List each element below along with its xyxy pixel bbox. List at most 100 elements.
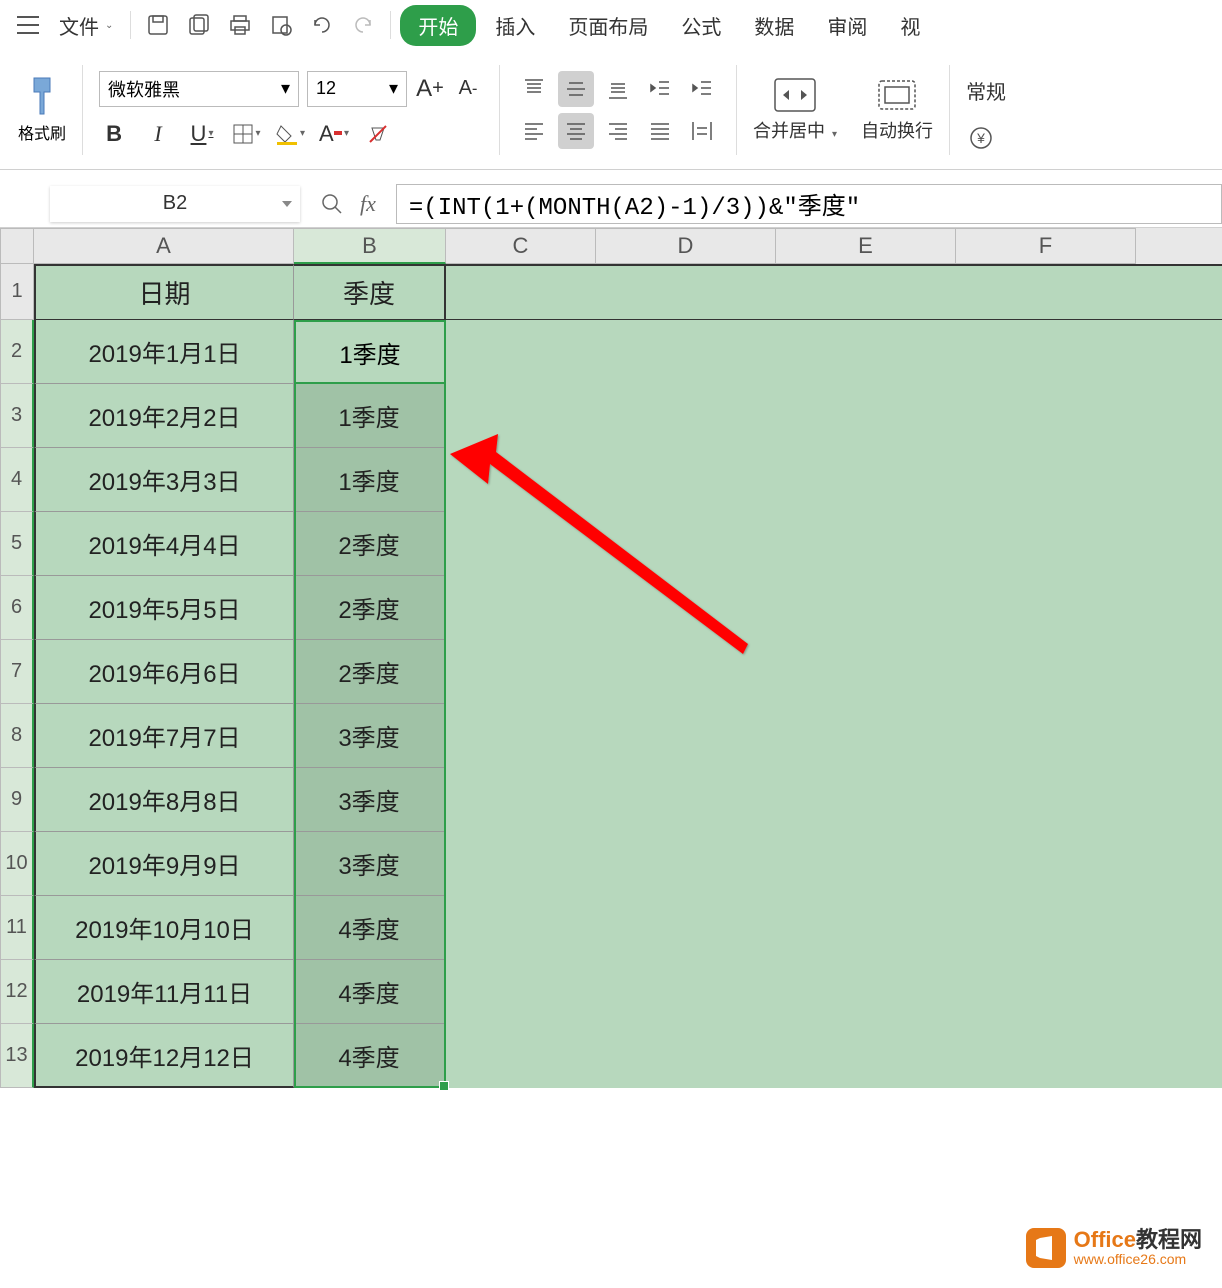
align-center-icon[interactable] — [558, 113, 594, 149]
cell-B11[interactable]: 4季度 — [294, 896, 446, 960]
cell-A10[interactable]: 2019年9月9日 — [34, 832, 294, 896]
cell-B13[interactable]: 4季度 — [294, 1024, 446, 1088]
cell-empty[interactable] — [446, 384, 1222, 448]
tab-start[interactable]: 开始 — [400, 5, 476, 46]
select-all-corner[interactable] — [0, 228, 34, 264]
cell-A6[interactable]: 2019年5月5日 — [34, 576, 294, 640]
tab-formulas[interactable]: 公式 — [667, 5, 735, 46]
cell-B10[interactable]: 3季度 — [294, 832, 446, 896]
row-header-4[interactable]: 4 — [0, 448, 34, 512]
print-preview-icon[interactable] — [263, 7, 299, 43]
row-header-7[interactable]: 7 — [0, 640, 34, 704]
cell-A13[interactable]: 2019年12月12日 — [34, 1024, 294, 1088]
col-header-B[interactable]: B — [294, 228, 446, 264]
fill-color-button[interactable]: ▾ — [275, 119, 305, 149]
increase-font-icon[interactable]: A+ — [415, 74, 445, 104]
file-menu[interactable]: 文件 ⌄ — [51, 7, 121, 44]
formula-input[interactable]: =(INT(1+(MONTH(A2)-1)/3))&"季度" — [396, 184, 1222, 224]
row-header-13[interactable]: 13 — [0, 1024, 34, 1088]
cell-A2[interactable]: 2019年1月1日 — [34, 320, 294, 384]
cell-empty[interactable] — [446, 1024, 1222, 1088]
justify-icon[interactable] — [642, 113, 678, 149]
tab-page-layout[interactable]: 页面布局 — [554, 5, 662, 46]
font-name-select[interactable]: 微软雅黑 ▾ — [99, 71, 299, 107]
clear-format-button[interactable] — [363, 119, 393, 149]
menu-icon[interactable] — [10, 7, 46, 43]
tab-insert[interactable]: 插入 — [481, 5, 549, 46]
zoom-icon[interactable] — [320, 192, 344, 216]
cell-empty[interactable] — [446, 896, 1222, 960]
cell-B9[interactable]: 3季度 — [294, 768, 446, 832]
currency-icon[interactable]: ¥ — [966, 123, 996, 153]
cell-B4[interactable]: 1季度 — [294, 448, 446, 512]
bold-button[interactable]: B — [99, 119, 129, 149]
cell-B12[interactable]: 4季度 — [294, 960, 446, 1024]
cell-empty[interactable] — [446, 512, 1222, 576]
underline-button[interactable]: U▾ — [187, 119, 217, 149]
row-header-11[interactable]: 11 — [0, 896, 34, 960]
undo-icon[interactable] — [304, 7, 340, 43]
align-left-icon[interactable] — [516, 113, 552, 149]
cell-empty[interactable] — [446, 320, 1222, 384]
italic-button[interactable]: I — [143, 119, 173, 149]
row-header-8[interactable]: 8 — [0, 704, 34, 768]
row-header-12[interactable]: 12 — [0, 960, 34, 1024]
cell-B7[interactable]: 2季度 — [294, 640, 446, 704]
name-box[interactable]: B2 — [50, 186, 300, 222]
align-right-icon[interactable] — [600, 113, 636, 149]
cell-B1[interactable]: 季度 — [294, 264, 446, 320]
cell-B2[interactable]: 1季度 — [294, 320, 446, 384]
cell-A8[interactable]: 2019年7月7日 — [34, 704, 294, 768]
cell-B5[interactable]: 2季度 — [294, 512, 446, 576]
redo-icon[interactable] — [345, 7, 381, 43]
distribute-icon[interactable] — [684, 113, 720, 149]
cell-empty[interactable] — [446, 960, 1222, 1024]
cell-empty[interactable] — [446, 640, 1222, 704]
cell-empty[interactable] — [446, 448, 1222, 512]
row-header-5[interactable]: 5 — [0, 512, 34, 576]
cell-A11[interactable]: 2019年10月10日 — [34, 896, 294, 960]
increase-indent-icon[interactable] — [684, 71, 720, 107]
col-header-D[interactable]: D — [596, 228, 776, 264]
fx-icon[interactable]: fx — [360, 191, 376, 217]
align-middle-icon[interactable] — [558, 71, 594, 107]
align-bottom-icon[interactable] — [600, 71, 636, 107]
cell-empty[interactable] — [446, 704, 1222, 768]
tab-view[interactable]: 视 — [886, 5, 934, 46]
number-format[interactable]: 常规 — [966, 76, 1006, 105]
row-header-2[interactable]: 2 — [0, 320, 34, 384]
format-painter-button[interactable]: 格式刷 — [18, 76, 66, 144]
col-header-F[interactable]: F — [956, 228, 1136, 264]
cell-B6[interactable]: 2季度 — [294, 576, 446, 640]
cell-A9[interactable]: 2019年8月8日 — [34, 768, 294, 832]
font-size-select[interactable]: 12 ▾ — [307, 71, 407, 107]
cell-empty[interactable] — [446, 768, 1222, 832]
decrease-font-icon[interactable]: A- — [453, 74, 483, 104]
row-header-6[interactable]: 6 — [0, 576, 34, 640]
cell-A3[interactable]: 2019年2月2日 — [34, 384, 294, 448]
cell-B3[interactable]: 1季度 — [294, 384, 446, 448]
save-as-icon[interactable] — [181, 7, 217, 43]
tab-data[interactable]: 数据 — [740, 5, 808, 46]
col-header-A[interactable]: A — [34, 228, 294, 264]
cell-A4[interactable]: 2019年3月3日 — [34, 448, 294, 512]
tab-review[interactable]: 审阅 — [813, 5, 881, 46]
print-icon[interactable] — [222, 7, 258, 43]
row-header-3[interactable]: 3 — [0, 384, 34, 448]
row-header-1[interactable]: 1 — [0, 264, 34, 320]
col-header-C[interactable]: C — [446, 228, 596, 264]
row-header-9[interactable]: 9 — [0, 768, 34, 832]
cell-A12[interactable]: 2019年11月11日 — [34, 960, 294, 1024]
cell-A1[interactable]: 日期 — [34, 264, 294, 320]
cell-A7[interactable]: 2019年6月6日 — [34, 640, 294, 704]
font-color-button[interactable]: A▾ — [319, 119, 349, 149]
save-icon[interactable] — [140, 7, 176, 43]
cell-empty[interactable] — [446, 264, 1222, 320]
cell-empty[interactable] — [446, 576, 1222, 640]
cell-A5[interactable]: 2019年4月4日 — [34, 512, 294, 576]
row-header-10[interactable]: 10 — [0, 832, 34, 896]
auto-wrap-button[interactable]: 自动换行 — [861, 77, 933, 143]
col-header-E[interactable]: E — [776, 228, 956, 264]
decrease-indent-icon[interactable] — [642, 71, 678, 107]
cell-B8[interactable]: 3季度 — [294, 704, 446, 768]
